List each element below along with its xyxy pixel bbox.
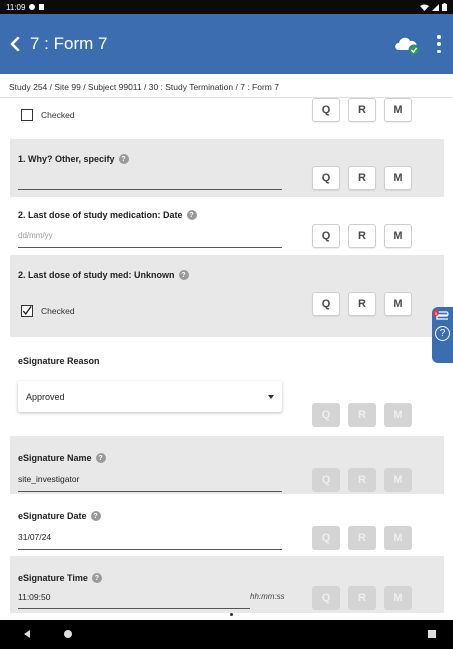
form-row-esignature-time: eSignature Time ? 11:09:50 hh:mm:ss Q R … [10,556,444,613]
form-row-esignature-name: eSignature Name ? site_investigator Q R … [10,436,444,494]
field-label: eSignature Date [18,511,87,521]
field-label: eSignature Time [18,573,88,583]
checkbox-icon[interactable] [21,305,33,317]
field-label: 2. Last dose of study med: Unknown [18,270,175,280]
field-label: eSignature Reason [18,356,100,366]
query-button: Q [312,468,340,492]
select-value: Approved [26,391,65,402]
help-circle-icon[interactable]: ? [90,511,101,521]
query-button[interactable]: Q [312,98,340,122]
side-tools-tab[interactable]: 0 ? [432,307,453,363]
query-button: Q [312,586,340,610]
form-row-last-dose-date: 2. Last dose of study medication: Date ?… [10,197,444,255]
form-row-esignature-reason: eSignature Reason Approved Q R M [10,337,444,436]
time-format-hint: hh:mm:ss [250,592,285,601]
help-circle-icon[interactable]: ? [178,270,189,280]
monitor-button[interactable]: M [384,166,412,190]
status-bar: 11:09 [0,0,453,14]
nav-recents-icon[interactable] [428,630,436,638]
scroll-indicator [230,613,233,616]
page-title: 7 : Form 7 [30,34,108,53]
review-button[interactable]: R [348,98,376,122]
monitor-button: M [384,586,412,610]
checkbox-prior[interactable] [21,109,33,121]
monitor-button[interactable]: M [384,224,412,248]
review-button[interactable]: R [348,224,376,248]
query-button[interactable]: Q [312,166,340,190]
review-button[interactable]: R [348,292,376,316]
signal-icon [432,3,439,11]
esignature-time-input[interactable]: 11:09:50 [18,592,50,602]
review-button: R [348,468,376,492]
last-dose-date-input[interactable]: dd/mm/yy [18,231,53,240]
system-nav-bar [0,620,453,649]
app-bar: 7 : Form 7 [0,14,453,74]
wifi-icon [420,4,429,11]
more-vert-icon [437,35,441,39]
monitor-button: M [384,526,412,550]
dropdown-caret-icon [268,394,274,399]
back-button[interactable] [0,14,30,74]
monitor-button: M [384,403,412,427]
help-tab-icon[interactable]: ? [435,326,450,341]
review-button: R [348,526,376,550]
esignature-name-input[interactable]: site_investigator [18,474,79,484]
checkbox-label: Checked [41,306,75,316]
help-circle-icon[interactable]: ? [186,210,197,220]
query-button[interactable]: Q [312,224,340,248]
form-row-last-dose-unknown: 2. Last dose of study med: Unknown ? Che… [10,255,444,337]
battery-icon [442,3,447,11]
review-button: R [348,586,376,610]
breadcrumb: Study 254 / Site 99 / Subject 99011 / 30… [0,74,453,98]
form-container: Checked Q R M 1. Why? Other, specify ? Q… [10,98,444,613]
query-button[interactable]: Q [312,292,340,316]
cloud-sync-icon[interactable] [393,34,421,56]
help-circle-icon[interactable]: ? [95,453,106,463]
field-label: eSignature Name [18,453,92,463]
help-circle-icon[interactable]: ? [118,154,129,164]
attachment-count-badge: 0 [433,310,439,316]
esignature-date-input[interactable]: 31/07/24 [18,532,51,542]
query-button: Q [312,526,340,550]
notification-icon [29,4,36,10]
field-label: 2. Last dose of study medication: Date [18,210,183,220]
checkbox-label: Checked [41,110,75,120]
monitor-button: M [384,468,412,492]
form-row-why-other: 1. Why? Other, specify ? Q R M [10,139,444,197]
form-row-esignature-date: eSignature Date ? 31/07/24 Q R M [10,494,444,556]
back-chevron-icon [10,37,20,51]
nav-back-icon[interactable] [24,630,30,638]
nav-home-icon[interactable] [64,630,72,638]
form-row-prior-checkbox: Checked Q R M [10,98,444,139]
monitor-button[interactable]: M [384,292,412,316]
review-button[interactable]: R [348,166,376,190]
more-options-button[interactable] [432,32,446,56]
sim-icon [39,4,45,10]
status-time: 11:09 [6,2,26,12]
review-button: R [348,403,376,427]
field-label: 1. Why? Other, specify [18,154,115,164]
esignature-reason-select[interactable]: Approved [18,381,282,412]
monitor-button[interactable]: M [384,98,412,122]
query-button: Q [312,403,340,427]
help-circle-icon[interactable]: ? [91,573,102,583]
